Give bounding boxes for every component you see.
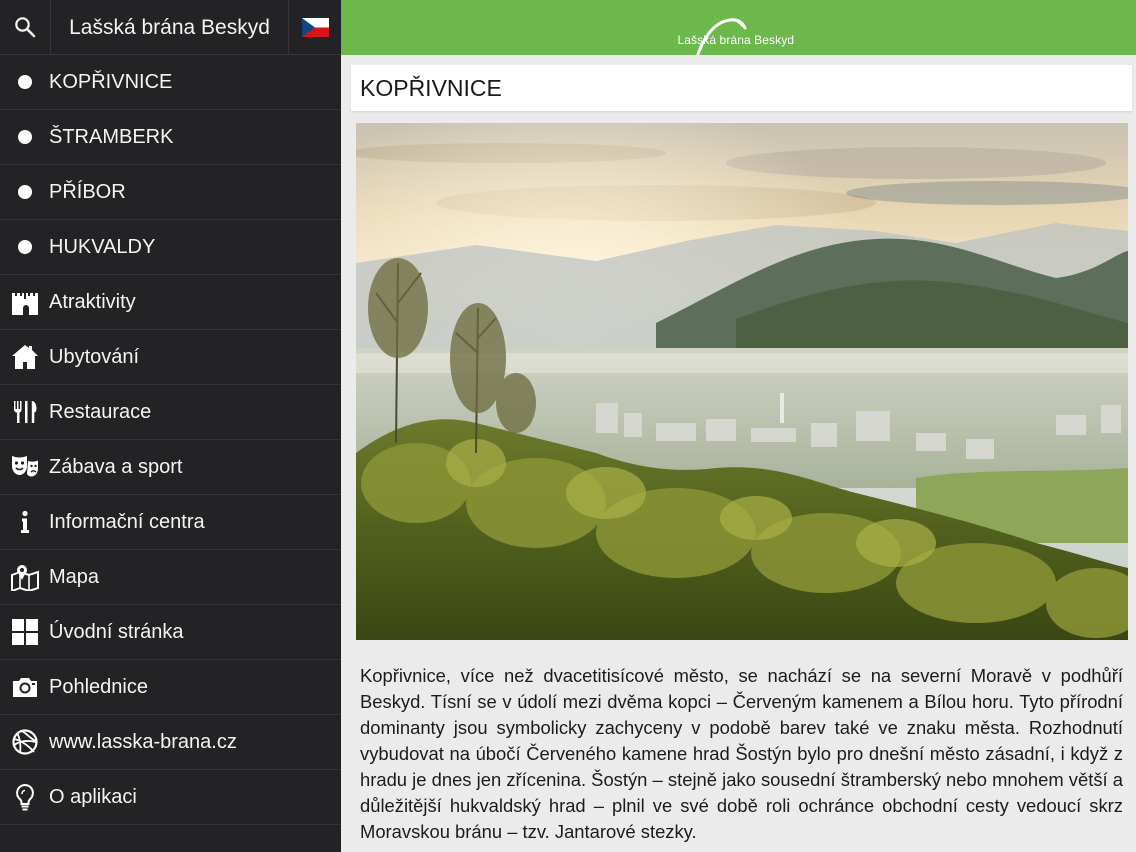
lightbulb-icon — [15, 783, 34, 811]
bullet-icon — [17, 75, 32, 89]
sidebar-item-label: HUKVALDY — [49, 235, 156, 258]
language-button[interactable] — [289, 0, 341, 55]
sidebar-title: Lašská brána Beskyd — [50, 0, 289, 55]
sidebar-item-atraktivity[interactable]: Atraktivity — [0, 275, 341, 330]
cutlery-icon — [13, 401, 36, 423]
sidebar-item-label: Úvodní stránka — [49, 620, 184, 643]
article-text: Kopřivnice, více než dvacetitisícové měs… — [360, 665, 1123, 842]
grid-icon — [11, 619, 38, 645]
camera-icon — [12, 678, 37, 697]
sidebar-item-label: Informační centra — [49, 510, 205, 533]
sidebar-item-pohlednice[interactable]: Pohlednice — [0, 660, 341, 715]
globe-ball-icon — [11, 729, 38, 755]
sidebar-item-label: Atraktivity — [49, 290, 136, 313]
sidebar-item-ubytovani[interactable]: Ubytování — [0, 330, 341, 385]
app-window: Lašská brána Beskyd KOPŘIVNICE ŠTRAMBERK… — [0, 0, 1136, 852]
sidebar-item-koprivnice[interactable]: KOPŘIVNICE — [0, 55, 341, 110]
map-pin-icon — [10, 565, 39, 591]
search-icon — [15, 17, 36, 38]
main-content: Lašská brána Beskyd KOPŘIVNICE Kopřivnic… — [341, 0, 1136, 852]
search-button[interactable] — [0, 0, 50, 55]
top-bar: Lašská brána Beskyd — [341, 0, 1136, 55]
sidebar-item-stramberk[interactable]: ŠTRAMBERK — [0, 110, 341, 165]
bullet-icon — [17, 130, 32, 144]
bullet-icon — [17, 185, 32, 199]
theater-masks-icon — [11, 456, 38, 477]
logo-arch-icon — [696, 17, 746, 55]
sidebar-item-label: PŘÍBOR — [49, 180, 126, 203]
sidebar-item-zabava[interactable]: Zábava a sport — [0, 440, 341, 495]
sidebar-item-mapa[interactable]: Mapa — [0, 550, 341, 605]
bullet-icon — [17, 240, 32, 254]
hero-landscape-image — [356, 123, 1128, 640]
sidebar-item-label: O aplikaci — [49, 785, 137, 808]
sidebar-item-label: Mapa — [49, 565, 100, 588]
sidebar-item-uvodni-stranka[interactable]: Úvodní stránka — [0, 605, 341, 660]
sidebar-item-informacni-centra[interactable]: Informační centra — [0, 495, 341, 550]
sidebar-item-label: Pohlednice — [49, 675, 148, 698]
sidebar-item-pribor[interactable]: PŘÍBOR — [0, 165, 341, 220]
sidebar-item-label: KOPŘIVNICE — [49, 70, 173, 93]
sidebar-item-o-aplikaci[interactable]: O aplikaci — [0, 770, 341, 825]
sidebar-item-label: Ubytování — [49, 345, 140, 368]
sidebar-item-label: ŠTRAMBERK — [49, 125, 174, 148]
czech-flag-icon — [301, 17, 329, 37]
sidebar-item-label: www.lasska-brana.cz — [49, 730, 237, 753]
castle-icon — [11, 293, 38, 315]
page-title-card: KOPŘIVNICE — [351, 65, 1132, 111]
logo-text: Lašská brána Beskyd — [677, 32, 795, 47]
info-icon — [20, 510, 29, 533]
sidebar-item-label: Zábava a sport — [49, 455, 183, 478]
sidebar-item-label: Restaurace — [49, 400, 152, 423]
sidebar-item-web[interactable]: www.lasska-brana.cz — [0, 715, 341, 770]
sidebar-menu: Lašská brána Beskyd KOPŘIVNICE ŠTRAMBERK… — [0, 0, 341, 852]
app-logo[interactable]: Lašská brána Beskyd — [664, 8, 814, 55]
sidebar-header: Lašská brána Beskyd — [0, 0, 341, 55]
house-icon — [11, 345, 38, 369]
sidebar-item-hukvaldy[interactable]: HUKVALDY — [0, 220, 341, 275]
sidebar-item-restaurace[interactable]: Restaurace — [0, 385, 341, 440]
page-title: KOPŘIVNICE — [360, 75, 502, 101]
